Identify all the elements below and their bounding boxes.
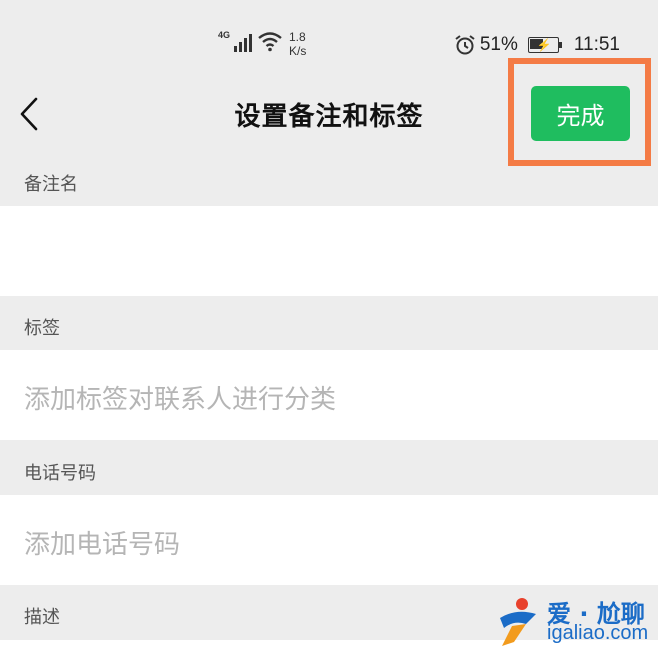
network-speed: 1.8 K/s xyxy=(289,30,306,58)
battery-icon: ⚡ xyxy=(527,37,562,53)
watermark-url: igaliao.com xyxy=(547,622,649,644)
alarm-icon xyxy=(455,35,475,55)
logo-icon xyxy=(500,598,536,646)
clock: 11:51 xyxy=(573,34,620,55)
tag-field[interactable]: 添加标签对联系人进行分类 xyxy=(0,350,658,440)
network-type: 4G xyxy=(218,30,231,40)
cell-signal-icon xyxy=(230,30,254,52)
tag-label: 标签 xyxy=(24,318,60,339)
wifi-icon xyxy=(258,32,282,52)
description-label: 描述 xyxy=(24,607,60,628)
battery-percent: 51% xyxy=(479,34,518,55)
status-right: 51% ⚡ 11:51 xyxy=(454,34,620,56)
remark-label: 备注名 xyxy=(24,174,78,195)
done-button[interactable]: 完成 xyxy=(531,86,630,141)
watermark-logo: 爱 · 尬聊 igaliao.com xyxy=(492,588,658,656)
phone-label: 电话号码 xyxy=(24,463,96,484)
phone-field[interactable]: 添加电话号码 xyxy=(0,495,658,585)
status-bar: 4G 1.8 K/s 51% ⚡ 11:51 xyxy=(0,0,658,58)
phone-placeholder: 添加电话号码 xyxy=(24,530,181,560)
network-speed-unit: K/s xyxy=(289,44,307,58)
network-speed-value: 1.8 xyxy=(289,30,306,44)
nav-bar: 设置备注和标签 完成 xyxy=(0,58,658,166)
remark-input[interactable] xyxy=(0,206,658,296)
tag-placeholder: 添加标签对联系人进行分类 xyxy=(24,385,337,415)
